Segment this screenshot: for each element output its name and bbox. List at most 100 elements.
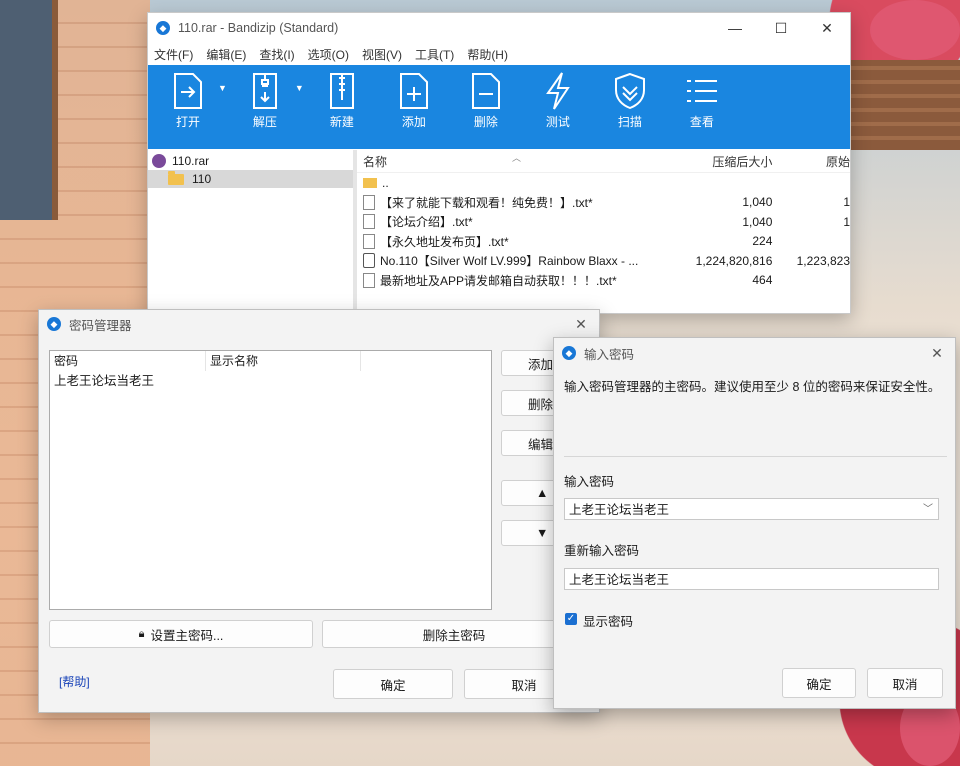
file-list: 名称 ︿ 压缩后大小 原始 .. 【来了就能下载和观看！纯免费！】.txt* 1,… [357, 150, 850, 313]
file-original-size: 1 [843, 214, 850, 229]
column-header-packed[interactable]: 压缩后大小 [683, 153, 772, 170]
archive-icon [152, 154, 166, 168]
column-header-name-label: 名称 [363, 154, 388, 169]
scan-label: 扫描 [617, 115, 642, 129]
menu-tools[interactable]: 工具(T) [415, 46, 454, 63]
extract-icon [252, 73, 277, 109]
column-header-display-name[interactable]: 显示名称 [206, 351, 361, 371]
tree-item-archive[interactable]: 110.rar [148, 152, 353, 170]
tree-item-folder[interactable]: 110 [148, 170, 353, 188]
password-field-value: 上老王论坛当老王 [569, 503, 670, 517]
confirm-password-label: 重新输入密码 [564, 544, 640, 558]
delete-master-password-button[interactable]: 删除主密码 [322, 620, 586, 648]
close-button[interactable]: ✕ [563, 316, 599, 333]
file-row[interactable]: 【论坛介绍】.txt* 1,040 1 [357, 212, 850, 232]
column-header-name[interactable]: 名称 ︿ [357, 153, 683, 170]
menu-options[interactable]: 选项(O) [308, 46, 349, 63]
wallpaper-bench [850, 60, 960, 150]
menu-edit[interactable]: 编辑(E) [206, 46, 246, 63]
add-button[interactable]: 添加 [382, 65, 446, 149]
new-archive-button[interactable]: 新建 [310, 65, 374, 149]
file-row[interactable]: 【来了就能下载和观看！纯免费！】.txt* 1,040 1 [357, 193, 850, 213]
file-row[interactable]: 【永久地址发布页】.txt* 224 [357, 232, 850, 252]
delete-button[interactable]: 删除 [454, 65, 518, 149]
view-label: 查看 [689, 115, 714, 129]
file-packed-size: 1,040 [742, 195, 773, 210]
text-file-icon [363, 272, 375, 288]
menu-view[interactable]: 视图(V) [362, 46, 402, 63]
chevron-down-icon[interactable]: ﹀ [923, 499, 933, 521]
tree-item-archive-label: 110.rar [172, 154, 210, 168]
open-icon [174, 73, 202, 109]
menu-find[interactable]: 查找(I) [259, 46, 294, 63]
close-button[interactable]: ✕ [804, 20, 850, 37]
set-master-password-button[interactable]: 🔒︎ 设置主密码... [49, 620, 313, 648]
file-row[interactable]: No.110【Silver Wolf LV.999】Rainbow Blaxx … [357, 251, 850, 271]
file-original-size: 1,223,823 [796, 253, 850, 268]
set-master-password-label: 设置主密码... [150, 628, 224, 643]
tree-item-folder-label: 110 [192, 172, 212, 186]
folder-icon [168, 170, 184, 185]
wallpaper-flower [870, 0, 960, 60]
file-row[interactable]: .. [357, 173, 850, 193]
file-original-size: 1 [843, 195, 850, 210]
show-password-label[interactable]: 显示密码 [583, 611, 633, 630]
confirm-password-field-value: 上老王论坛当老王 [569, 573, 670, 587]
text-file-icon [363, 233, 375, 249]
file-name: No.110【Silver Wolf LV.999】Rainbow Blaxx … [380, 254, 639, 269]
test-button[interactable]: 测试 [526, 65, 590, 149]
view-button[interactable]: 查看 [670, 65, 734, 149]
menu-bar: 文件(F) 编辑(E) 查找(I) 选项(O) 视图(V) 工具(T) 帮助(H… [148, 43, 850, 65]
enter-password-titlebar: ◆ 输入密码 ✕ [554, 338, 955, 368]
add-label: 添加 [401, 115, 426, 129]
extract-dropdown-chevron-icon[interactable]: ▼ [295, 83, 304, 93]
help-link[interactable]: [帮助] [59, 673, 90, 690]
password-row[interactable]: 上老王论坛当老王 [50, 371, 491, 391]
cancel-button[interactable]: 取消 [867, 668, 943, 698]
toolbar: 打开 ▼ 解压 ▼ 新建 添加 删除 测试 扫描 查看 [148, 65, 850, 149]
column-header-original[interactable]: 原始 [772, 153, 850, 170]
new-archive-icon [329, 73, 354, 109]
file-packed-size: 464 [752, 273, 773, 288]
password-label: 输入密码 [564, 475, 615, 489]
show-password-checkbox[interactable]: ✓ [565, 613, 577, 625]
file-packed-size: 1,224,820,816 [695, 253, 773, 268]
ok-button[interactable]: 确定 [782, 668, 856, 698]
lightning-icon [545, 72, 570, 110]
menu-file[interactable]: 文件(F) [154, 46, 193, 63]
password-field[interactable]: 上老王论坛当老王 ﹀ [564, 498, 939, 520]
ok-button[interactable]: 确定 [333, 669, 453, 699]
delete-file-icon [471, 73, 500, 109]
window-title: 110.rar - Bandizip (Standard) [178, 21, 339, 35]
minimize-button[interactable]: — [712, 20, 758, 36]
text-file-icon [363, 194, 375, 210]
enter-password-description: 输入密码管理器的主密码。建议使用至少 8 位的密码来保证安全性。 [564, 380, 941, 394]
extract-button[interactable]: 解压 [233, 65, 297, 149]
file-row[interactable]: 最新地址及APP请发邮箱自动获取！！！.txt* 464 [357, 271, 850, 291]
open-button[interactable]: 打开 [156, 65, 220, 149]
bandizip-app-icon: ◆ [562, 346, 576, 360]
column-header-password[interactable]: 密码 [50, 351, 206, 371]
file-packed-size: 224 [752, 234, 773, 249]
parent-folder-icon [363, 177, 377, 188]
archive-file-icon [363, 253, 375, 269]
file-name: 【论坛介绍】.txt* [380, 215, 473, 230]
file-packed-size: 1,040 [742, 214, 773, 229]
open-dropdown-chevron-icon[interactable]: ▼ [218, 83, 227, 93]
menu-help[interactable]: 帮助(H) [467, 46, 508, 63]
shield-icon [614, 72, 645, 110]
lock-icon: 🔒︎ [138, 627, 145, 640]
file-name: .. [382, 175, 389, 190]
bandizip-app-icon: ◆ [47, 317, 61, 331]
scan-button[interactable]: 扫描 [598, 65, 662, 149]
new-label: 新建 [329, 115, 354, 129]
bandizip-app-icon: ◆ [156, 21, 170, 35]
file-name: 【来了就能下载和观看！纯免费！】.txt* [380, 195, 593, 210]
delete-label: 删除 [473, 115, 498, 129]
close-button[interactable]: ✕ [919, 345, 955, 362]
password-manager-dialog: ◆ 密码管理器 ✕ 密码 显示名称 上老王论坛当老王 添加 删除 编辑 ▲ ▼ … [38, 309, 600, 713]
bandizip-window: ◆ 110.rar - Bandizip (Standard) — ☐ ✕ 文件… [147, 12, 851, 314]
confirm-password-field[interactable]: 上老王论坛当老王 [564, 568, 939, 590]
maximize-button[interactable]: ☐ [758, 20, 804, 37]
enter-password-dialog: ◆ 输入密码 ✕ 输入密码管理器的主密码。建议使用至少 8 位的密码来保证安全性… [553, 337, 956, 709]
